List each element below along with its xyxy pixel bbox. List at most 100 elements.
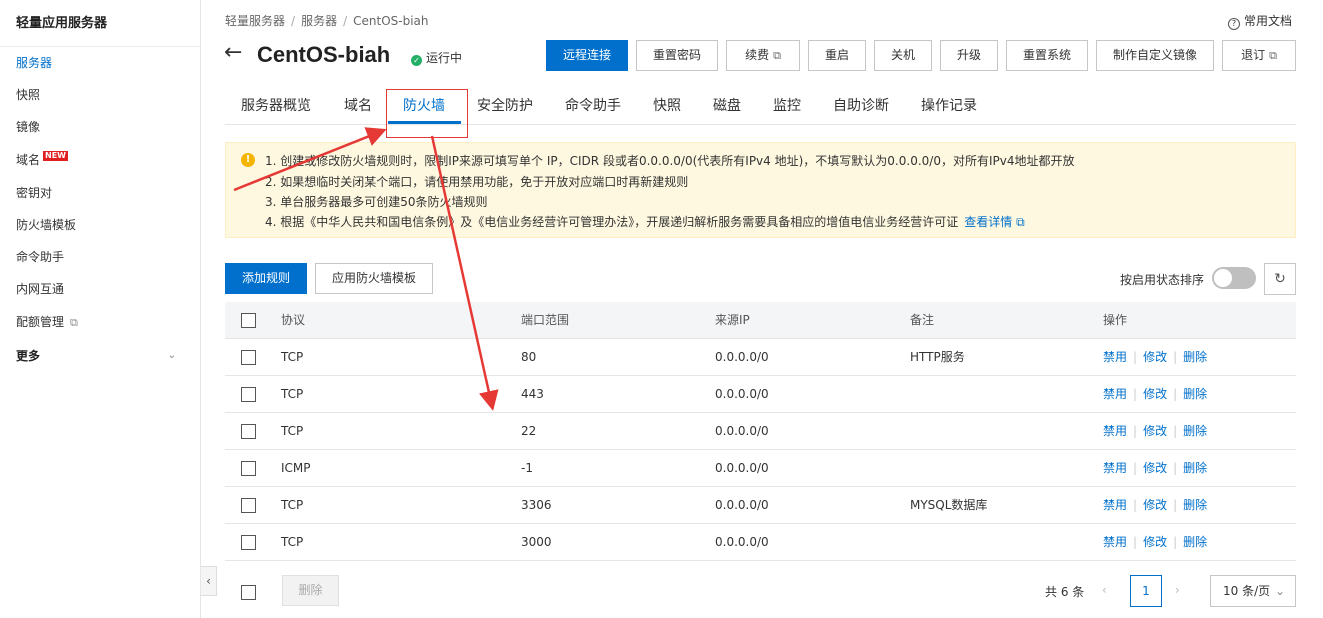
cell-port: 443: [521, 387, 544, 401]
delete-link[interactable]: 删除: [1183, 350, 1207, 364]
edit-link[interactable]: 修改: [1143, 424, 1167, 438]
delete-link[interactable]: 删除: [1183, 535, 1207, 549]
sidebar-collapse-button[interactable]: ‹: [201, 566, 217, 596]
cell-protocol: TCP: [281, 387, 304, 401]
sidebar-item-intranet[interactable]: 内网互通: [0, 273, 200, 305]
cell-source-ip: 0.0.0.0/0: [715, 424, 769, 438]
tab-operation-log[interactable]: 操作记录: [921, 88, 977, 125]
sidebar-item-domains[interactable]: 域名 NEW: [0, 144, 200, 176]
tab-overview[interactable]: 服务器概览: [241, 88, 311, 125]
action-separator: |: [1133, 387, 1138, 401]
restart-button[interactable]: 重启: [808, 40, 866, 71]
tab-snapshots[interactable]: 快照: [653, 88, 681, 125]
reset-system-button[interactable]: 重置系统: [1006, 40, 1088, 71]
tab-monitoring[interactable]: 监控: [773, 88, 801, 125]
page-size-label: 10 条/页: [1223, 584, 1271, 598]
row-checkbox[interactable]: [241, 461, 256, 476]
cell-note: HTTP服务: [910, 350, 965, 364]
delete-link[interactable]: 删除: [1183, 387, 1207, 401]
sort-by-status-label: 按启用状态排序: [1120, 273, 1205, 287]
cell-protocol: ICMP: [281, 461, 311, 475]
cell-port: 3306: [521, 498, 552, 512]
edit-link[interactable]: 修改: [1143, 535, 1167, 549]
create-image-button[interactable]: 制作自定义镜像: [1096, 40, 1214, 71]
page-button-current[interactable]: 1: [1130, 575, 1162, 607]
back-arrow-icon[interactable]: ←: [224, 40, 242, 65]
docs-link[interactable]: ? 常用文档: [1227, 12, 1292, 30]
sidebar-item-snapshots[interactable]: 快照: [0, 79, 200, 111]
next-page-icon[interactable]: ›: [1175, 583, 1180, 597]
tab-command-assistant[interactable]: 命令助手: [565, 88, 621, 125]
row-actions: 禁用 | 修改 | 删除: [1103, 339, 1207, 376]
delete-link[interactable]: 删除: [1183, 424, 1207, 438]
external-link-icon: ⧉: [70, 316, 78, 329]
sidebar-item-label: 命令助手: [16, 250, 65, 264]
sort-by-status-toggle[interactable]: [1212, 267, 1256, 289]
sidebar-item-label: 密钥对: [16, 186, 53, 200]
row-checkbox[interactable]: [241, 535, 256, 550]
shutdown-button[interactable]: 关机: [874, 40, 932, 71]
sidebar-item-images[interactable]: 镜像: [0, 111, 200, 143]
edit-link[interactable]: 修改: [1143, 498, 1167, 512]
tab-disks[interactable]: 磁盘: [713, 88, 741, 125]
disable-link[interactable]: 禁用: [1103, 424, 1127, 438]
delete-link[interactable]: 删除: [1183, 461, 1207, 475]
row-checkbox[interactable]: [241, 350, 256, 365]
sidebar-item-more[interactable]: 更多 ⌄: [0, 340, 200, 372]
breadcrumb-item[interactable]: 轻量服务器: [225, 14, 285, 28]
sidebar-item-label: 更多: [16, 349, 41, 363]
notice-text: 4. 根据《中华人民共和国电信条例》及《电信业务经营许可管理办法》，开展递归解析…: [265, 215, 959, 229]
action-separator: |: [1133, 350, 1138, 364]
footer-select-checkbox[interactable]: [241, 585, 256, 600]
add-rule-button[interactable]: 添加规则: [225, 263, 307, 294]
select-all-checkbox[interactable]: [241, 313, 256, 328]
disable-link[interactable]: 禁用: [1103, 535, 1127, 549]
external-link-icon: ⧉: [773, 49, 781, 62]
refresh-icon[interactable]: ↻: [1264, 263, 1296, 295]
action-separator: |: [1173, 424, 1178, 438]
cell-port: 22: [521, 424, 537, 438]
upgrade-button[interactable]: 升级: [940, 40, 998, 71]
remote-connect-button[interactable]: 远程连接: [546, 40, 628, 71]
sidebar-item-quota[interactable]: 配额管理 ⧉: [0, 306, 200, 338]
renew-button[interactable]: 续费 ⧉: [726, 40, 800, 71]
apply-template-button[interactable]: 应用防火墙模板: [315, 263, 433, 294]
sidebar-item-firewall-templates[interactable]: 防火墙模板: [0, 209, 200, 241]
disable-link[interactable]: 禁用: [1103, 387, 1127, 401]
edit-link[interactable]: 修改: [1143, 387, 1167, 401]
tab-security[interactable]: 安全防护: [477, 88, 533, 125]
cell-source-ip: 0.0.0.0/0: [715, 387, 769, 401]
column-header-source: 来源IP: [715, 313, 750, 327]
unsubscribe-button[interactable]: 退订 ⧉: [1222, 40, 1296, 71]
docs-label: 常用文档: [1243, 14, 1292, 28]
edit-link[interactable]: 修改: [1143, 350, 1167, 364]
row-checkbox[interactable]: [241, 424, 256, 439]
notice-line: 2. 如果想临时关闭某个端口，请使用禁用功能，免于开放对应端口时再新建规则: [265, 175, 689, 189]
disable-link[interactable]: 禁用: [1103, 350, 1127, 364]
sidebar-item-command-assistant[interactable]: 命令助手: [0, 241, 200, 273]
row-checkbox[interactable]: [241, 387, 256, 402]
disable-link[interactable]: 禁用: [1103, 498, 1127, 512]
action-separator: |: [1133, 535, 1138, 549]
page-size-select[interactable]: 10 条/页 ⌄: [1210, 575, 1296, 607]
disable-link[interactable]: 禁用: [1103, 461, 1127, 475]
delete-link[interactable]: 删除: [1183, 498, 1207, 512]
column-header-port: 端口范围: [521, 313, 570, 327]
tab-domain[interactable]: 域名: [344, 88, 372, 125]
breadcrumb-item[interactable]: 服务器: [301, 14, 337, 28]
cell-source-ip: 0.0.0.0/0: [715, 350, 769, 364]
edit-link[interactable]: 修改: [1143, 461, 1167, 475]
column-header-protocol: 协议: [281, 313, 306, 327]
cell-source-ip: 0.0.0.0/0: [715, 535, 769, 549]
batch-delete-button[interactable]: 删除: [282, 575, 339, 606]
cell-protocol: TCP: [281, 498, 304, 512]
reset-password-button[interactable]: 重置密码: [636, 40, 718, 71]
sidebar-item-servers[interactable]: 服务器: [0, 47, 200, 79]
sidebar-item-keypairs[interactable]: 密钥对: [0, 177, 200, 209]
view-details-link[interactable]: 查看详情 ⧉: [964, 215, 1024, 229]
row-checkbox[interactable]: [241, 498, 256, 513]
tab-diagnostics[interactable]: 自助诊断: [833, 88, 889, 125]
cell-protocol: TCP: [281, 424, 304, 438]
cell-port: -1: [521, 461, 533, 475]
prev-page-icon[interactable]: ‹: [1102, 583, 1107, 597]
